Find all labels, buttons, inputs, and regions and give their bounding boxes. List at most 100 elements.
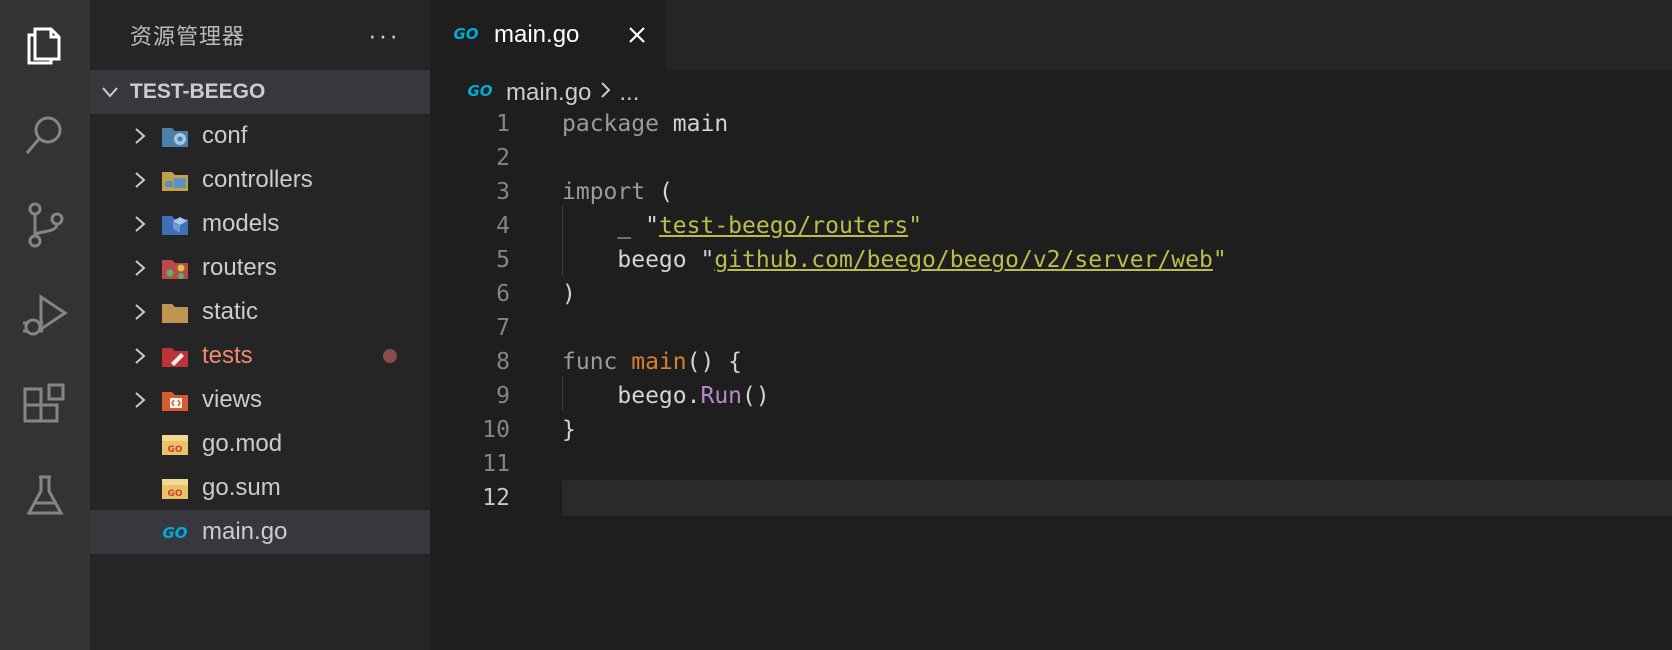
go-mod-file-icon: GO	[160, 429, 190, 459]
tree-item-controllers[interactable]: controllers	[90, 158, 430, 202]
code-line: 4 _ "test-beego/routers"	[430, 208, 1672, 244]
function-name: main	[631, 349, 687, 375]
svg-text:GO: GO	[167, 445, 182, 455]
method-call: Run	[700, 383, 743, 409]
go-file-icon: GO	[160, 517, 190, 547]
svg-text:GO: GO	[467, 82, 492, 100]
tree-item-label: go.sum	[202, 474, 281, 501]
close-icon[interactable]	[624, 22, 650, 48]
tree-item-conf[interactable]: conf	[90, 114, 430, 158]
identifier: main	[658, 111, 729, 137]
tab-main-go[interactable]: GO main.go	[430, 0, 666, 70]
chevron-right-icon	[90, 390, 160, 410]
code-line: 8 func main() {	[430, 344, 1672, 380]
extensions-icon[interactable]	[0, 360, 90, 450]
routers-folder-icon	[160, 253, 190, 283]
tree-item-label: tests	[202, 342, 253, 369]
explorer-icon[interactable]	[0, 0, 90, 90]
modified-indicator	[383, 349, 397, 363]
tree-item-tests[interactable]: tests	[90, 334, 430, 378]
line-number: 7	[496, 315, 510, 341]
svg-text:GO: GO	[162, 524, 187, 542]
editor-tab-bar: GO main.go	[430, 0, 1672, 70]
config-folder-icon	[160, 121, 190, 151]
run-debug-icon[interactable]	[0, 270, 90, 360]
models-folder-icon	[160, 209, 190, 239]
tree-item-static[interactable]: static	[90, 290, 430, 334]
tree-item-label: views	[202, 386, 263, 413]
keyword: package	[562, 111, 659, 137]
punctuation: ()	[742, 383, 770, 409]
code-line: 5 beego "github.com/beego/beego/v2/serve…	[430, 242, 1672, 278]
source-control-icon[interactable]	[0, 180, 90, 270]
go-sum-file-icon: GO	[160, 473, 190, 503]
svg-text:GO: GO	[167, 489, 182, 499]
tests-folder-icon	[160, 341, 190, 371]
sidebar-title: 资源管理器	[130, 24, 246, 49]
chevron-right-icon	[90, 258, 160, 278]
line-number: 9	[496, 383, 510, 409]
activity-bar	[0, 0, 90, 650]
breadcrumb-file[interactable]: main.go	[506, 79, 591, 107]
tab-label: main.go	[494, 21, 580, 48]
code-line: 10 }	[430, 412, 1672, 448]
tree-item-go-sum[interactable]: GO go.sum	[90, 466, 430, 510]
controllers-folder-icon	[160, 165, 190, 195]
tree-item-routers[interactable]: routers	[90, 246, 430, 290]
chevron-right-icon	[90, 346, 160, 366]
punctuation: (	[645, 179, 673, 205]
code-line: 11	[430, 446, 1672, 482]
testing-icon[interactable]	[0, 450, 90, 540]
chevron-right-icon	[599, 79, 613, 107]
code-editor[interactable]: 1 package main 2 3 import ( 4 _ "test-be…	[430, 111, 1672, 650]
line-number: 5	[496, 247, 510, 273]
workspace-folder-name: TEST-BEEGO	[130, 80, 266, 103]
code-line: 1 package main	[430, 106, 1672, 142]
string-quote: "	[1212, 247, 1227, 273]
chevron-right-icon	[90, 126, 160, 146]
tree-item-models[interactable]: models	[90, 202, 430, 246]
line-number: 3	[496, 179, 510, 205]
code-line: 9 beego.Run()	[430, 378, 1672, 414]
punctuation: )	[562, 281, 576, 307]
tree-item-label: static	[202, 298, 259, 325]
chevron-right-icon	[90, 170, 160, 190]
line-number: 6	[496, 281, 510, 307]
search-icon[interactable]	[0, 90, 90, 180]
punctuation: () {	[686, 349, 743, 375]
views-folder-icon	[160, 385, 190, 415]
import-path-link[interactable]: github.com/beego/beego/v2/server/web	[714, 247, 1213, 273]
line-number: 2	[496, 145, 510, 171]
line-number: 4	[496, 213, 510, 239]
explorer-sidebar: 资源管理器 ··· TEST-BEEGO conf controllers mo…	[90, 0, 430, 650]
chevron-right-icon	[90, 302, 160, 322]
go-file-icon: GO	[450, 23, 482, 48]
tree-item-main-go[interactable]: GO main.go	[90, 510, 430, 554]
chevron-right-icon	[90, 214, 160, 234]
more-actions-button[interactable]: ···	[368, 22, 400, 48]
code-line: 3 import (	[430, 174, 1672, 210]
svg-text:GO: GO	[453, 25, 478, 43]
line-number: 8	[496, 349, 510, 375]
tree-item-label: controllers	[202, 166, 313, 193]
tree-item-label: main.go	[202, 518, 288, 545]
tree-item-views[interactable]: views	[90, 378, 430, 422]
line-number: 1	[496, 111, 510, 137]
import-alias: beego "	[562, 247, 715, 273]
workspace-folder-header[interactable]: TEST-BEEGO	[90, 70, 430, 114]
import-prefix: _ "	[562, 213, 659, 239]
code-line: 12	[430, 480, 1672, 516]
tree-item-go-mod[interactable]: GO go.mod	[90, 422, 430, 466]
identifier: beego.	[562, 383, 701, 409]
breadcrumb-symbols[interactable]: ...	[619, 79, 639, 107]
code-line: 2	[430, 140, 1672, 176]
line-number: 12	[482, 485, 510, 511]
chevron-down-icon	[90, 82, 130, 102]
import-path-link[interactable]: test-beego/routers	[659, 213, 908, 239]
sidebar-header: 资源管理器 ···	[90, 0, 430, 70]
code-line: 6 )	[430, 276, 1672, 312]
tree-item-label: models	[202, 210, 280, 237]
punctuation: }	[562, 417, 576, 443]
go-file-icon: GO	[464, 79, 496, 107]
tree-item-label: go.mod	[202, 430, 283, 457]
